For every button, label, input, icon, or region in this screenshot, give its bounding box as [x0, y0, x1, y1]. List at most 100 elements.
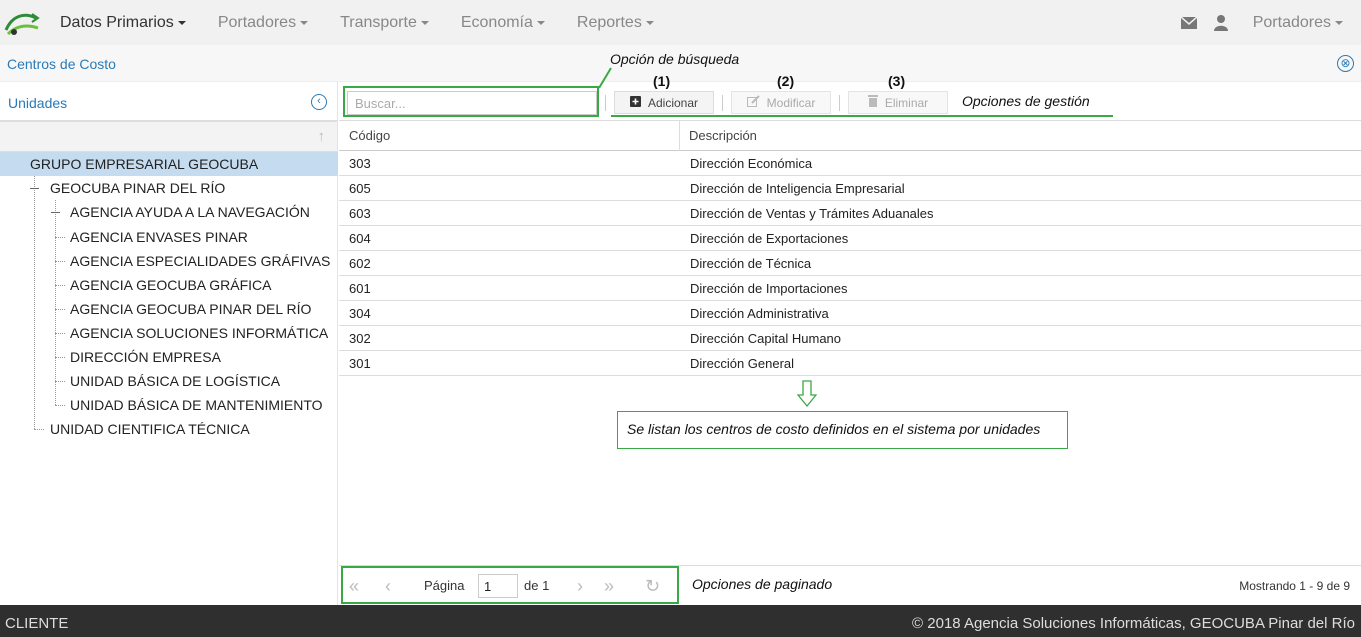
edit-icon: [746, 95, 760, 110]
add-button-label: Adicionar: [647, 95, 699, 110]
edit-button-label: Modificar: [766, 95, 816, 110]
tree-line: [55, 309, 65, 310]
cell-code: 604: [349, 231, 371, 246]
table-row[interactable]: 605 Dirección de Inteligencia Empresarial: [339, 176, 1361, 201]
cell-description: Dirección Administrativa: [690, 306, 829, 321]
cell-code: 302: [349, 331, 371, 346]
table-row[interactable]: 304 Dirección Administrativa: [339, 301, 1361, 326]
tree-node-geocuba-pinar[interactable]: GEOCUBA PINAR DEL RÍO: [50, 176, 225, 200]
annotation-number-3: (3): [888, 73, 906, 89]
nav-portadores[interactable]: Portadores: [202, 0, 324, 45]
cell-description: Dirección Económica: [690, 156, 813, 171]
user-menu-label: Portadores: [1252, 13, 1331, 31]
annotation-management-underline: [611, 115, 1113, 117]
caret-down-icon: [536, 20, 545, 25]
tree-node[interactable]: UNIDAD BÁSICA DE MANTENIMIENTO: [70, 393, 323, 417]
close-icon[interactable]: ⊗: [1337, 55, 1354, 72]
tree-line: [55, 357, 65, 358]
tree-line: [55, 405, 65, 406]
nav-label: Transporte: [340, 13, 417, 31]
cell-description: Dirección General: [690, 356, 795, 371]
tree-line: [34, 176, 35, 429]
tree-node[interactable]: AGENCIA GEOCUBA PINAR DEL RÍO: [70, 297, 311, 321]
nav-right: Portadores: [1173, 0, 1361, 45]
cell-description: Dirección de Inteligencia Empresarial: [690, 181, 905, 196]
annotation-paging-box: [341, 566, 679, 604]
add-button[interactable]: Adicionar: [614, 91, 714, 114]
nav-label: Reportes: [576, 13, 642, 31]
user-menu[interactable]: Portadores: [1237, 0, 1361, 45]
annotation-pointer: [598, 67, 612, 89]
page-title: Centros de Costo: [7, 56, 116, 72]
cell-code: 301: [349, 356, 371, 371]
edit-button[interactable]: Modificar: [731, 91, 831, 114]
tree-node[interactable]: UNIDAD BÁSICA DE LOGÍSTICA: [70, 369, 280, 393]
cell-code: 603: [349, 206, 371, 221]
top-navbar: Datos Primarios Portadores Transporte Ec…: [0, 0, 1361, 45]
cell-description: Dirección de Ventas y Trámites Aduanales: [690, 206, 934, 221]
nav-label: Datos Primarios: [60, 13, 174, 31]
table-row[interactable]: 301 Dirección General: [339, 351, 1361, 376]
tree-node-grupo-geocuba[interactable]: GRUPO EMPRESARIAL GEOCUBA: [0, 152, 338, 176]
tree-line: [55, 285, 65, 286]
annotation-note: Se listan los centros de costo definidos…: [617, 411, 1068, 449]
collapse-node-icon[interactable]: [30, 188, 39, 189]
table-row[interactable]: 602 Dirección de Técnica: [339, 251, 1361, 276]
caret-down-icon: [420, 20, 429, 25]
nav-transporte[interactable]: Transporte: [324, 0, 445, 45]
tree-node[interactable]: AGENCIA GEOCUBA GRÁFICA: [70, 273, 272, 297]
cell-description: Dirección de Técnica: [690, 256, 812, 271]
toolbar-separator: [839, 95, 840, 111]
table-row[interactable]: 601 Dirección de Importaciones: [339, 276, 1361, 301]
tree-node[interactable]: AGENCIA ENVASES PINAR: [70, 225, 248, 249]
cell-description: Dirección de Importaciones: [690, 281, 848, 296]
delete-button-label: Eliminar: [884, 95, 929, 110]
paging-info: Mostrando 1 - 9 de 9: [1239, 579, 1350, 593]
cell-code: 602: [349, 256, 371, 271]
annotation-search-box: [343, 86, 599, 117]
tree-node[interactable]: AGENCIA AYUDA A LA NAVEGACIÓN: [70, 200, 310, 224]
envelope-icon[interactable]: [1173, 0, 1205, 45]
table-row[interactable]: 302 Dirección Capital Humano: [339, 326, 1361, 351]
units-panel: Unidades ‹ ↑ GRUPO EMPRESARIAL GEOCUBA G…: [0, 82, 338, 605]
nav-economia[interactable]: Economía: [445, 0, 561, 45]
collapse-node-icon: [51, 212, 60, 213]
cell-code: 605: [349, 181, 371, 196]
annotation-management-label: Opciones de gestión: [962, 93, 1090, 109]
footer: CLIENTE © 2018 Agencia Soluciones Inform…: [0, 605, 1361, 637]
trash-icon: [867, 95, 878, 110]
annotation-number-1: (1): [653, 73, 671, 89]
caret-down-icon: [1335, 20, 1343, 25]
delete-button[interactable]: Eliminar: [848, 91, 948, 114]
caret-down-icon: [645, 20, 654, 25]
caret-down-icon: [177, 20, 186, 25]
tree-line: [34, 429, 44, 430]
annotation-search-label: Opción de búsqueda: [610, 51, 740, 67]
tree-line: [55, 237, 65, 238]
tree-node[interactable]: DIRECCIÓN EMPRESA: [70, 345, 221, 369]
footer-copyright: © 2018 Agencia Soluciones Informáticas, …: [912, 615, 1355, 632]
nav-label: Economía: [460, 13, 533, 31]
user-icon[interactable]: [1205, 0, 1237, 45]
tree-node[interactable]: AGENCIA SOLUCIONES INFORMÁTICA: [70, 321, 328, 345]
nav-reportes[interactable]: Reportes: [561, 0, 670, 45]
table-row[interactable]: 303 Dirección Económica: [339, 151, 1361, 176]
tree-node[interactable]: UNIDAD CIENTIFICA TÉCNICA: [50, 417, 250, 441]
cell-description: Dirección Capital Humano: [690, 331, 842, 346]
nav-datos-primarios[interactable]: Datos Primarios: [44, 0, 202, 45]
tree-line: [55, 261, 65, 262]
table-row[interactable]: 603 Dirección de Ventas y Trámites Aduana…: [339, 201, 1361, 226]
sort-up-icon[interactable]: ↑: [318, 128, 326, 145]
column-header-code[interactable]: Código: [339, 121, 390, 151]
table-row[interactable]: 604 Dirección de Exportaciones: [339, 226, 1361, 251]
tree-node[interactable]: AGENCIA ESPECIALIDADES GRÁFIVAS: [70, 249, 330, 273]
footer-left: CLIENTE: [5, 615, 69, 632]
annotation-paging-label: Opciones de paginado: [692, 576, 833, 592]
toolbar-separator: [722, 95, 723, 111]
collapse-left-icon[interactable]: ‹: [311, 94, 327, 110]
column-header-description[interactable]: Descripción: [679, 121, 757, 151]
tree-line: [55, 381, 65, 382]
annotation-number-2: (2): [777, 73, 795, 89]
cell-code: 303: [349, 156, 371, 171]
app-logo[interactable]: [0, 0, 44, 45]
